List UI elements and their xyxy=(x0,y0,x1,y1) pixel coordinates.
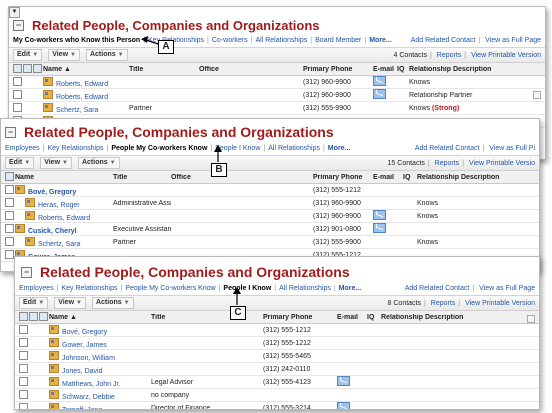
callout-arrows xyxy=(141,36,241,305)
arrow-head-icon xyxy=(214,145,222,152)
arrow-head-icon xyxy=(233,287,241,294)
callout-c: C xyxy=(230,306,246,320)
callout-b: B xyxy=(211,163,227,177)
arrow-head-icon xyxy=(141,36,148,43)
callout-a: A xyxy=(158,40,174,54)
